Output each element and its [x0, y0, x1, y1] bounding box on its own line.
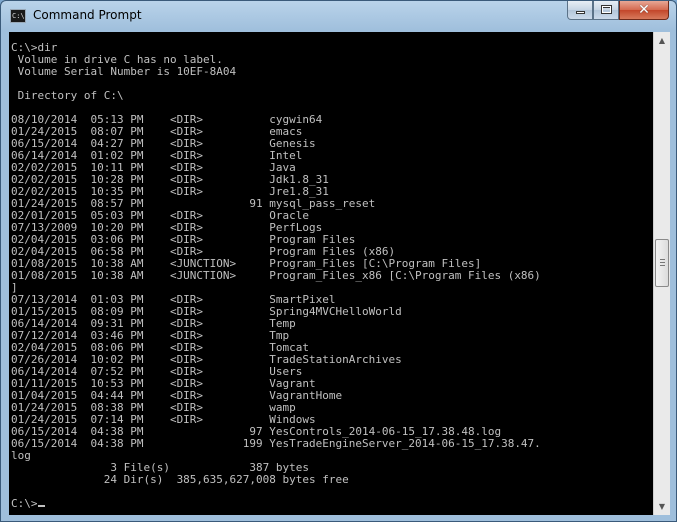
- scrollbar-thumb[interactable]: [655, 239, 669, 287]
- close-button[interactable]: ✕: [619, 1, 669, 20]
- console-line: 06/15/2014 04:38 PM 199 YesTradeEngineSe…: [11, 437, 541, 450]
- scroll-up-arrow-icon[interactable]: ▲: [654, 32, 670, 49]
- command-prompt: C:\>: [11, 497, 38, 510]
- thumb-grip-line: [660, 262, 665, 263]
- vertical-scrollbar[interactable]: ▲ ▼: [653, 32, 670, 515]
- command-prompt-window: C:\ Command Prompt ✕ C:\>dir Volume in d…: [0, 0, 677, 522]
- window-title: Command Prompt: [33, 8, 142, 22]
- maximize-icon: [601, 5, 612, 14]
- console-client-area: C:\>dir Volume in drive C has no label. …: [9, 32, 670, 515]
- maximize-button[interactable]: [593, 1, 619, 20]
- console-icon[interactable]: C:\: [10, 9, 26, 23]
- console-line: 24 Dir(s) 385,635,627,008 bytes free: [11, 473, 349, 486]
- console-text: C:\>dir Volume in drive C has no label. …: [9, 32, 653, 510]
- console-line: Volume Serial Number is 10EF-8A04: [11, 65, 237, 78]
- minimize-button[interactable]: [567, 1, 593, 20]
- console-line: Directory of C:\: [11, 89, 124, 102]
- console-lines: C:\>dir Volume in drive C has no label. …: [11, 41, 541, 486]
- scroll-down-arrow-icon[interactable]: ▼: [654, 498, 670, 515]
- text-cursor: [37, 505, 45, 507]
- close-icon: ✕: [638, 2, 650, 18]
- minimize-icon: [576, 11, 585, 14]
- console-output[interactable]: C:\>dir Volume in drive C has no label. …: [9, 32, 653, 515]
- console-line: 01/08/2015 10:38 AM <JUNCTION> Program_F…: [11, 269, 541, 282]
- title-bar[interactable]: C:\ Command Prompt ✕: [1, 1, 676, 31]
- thumb-grip-line: [660, 259, 665, 260]
- thumb-grip-line: [660, 265, 665, 266]
